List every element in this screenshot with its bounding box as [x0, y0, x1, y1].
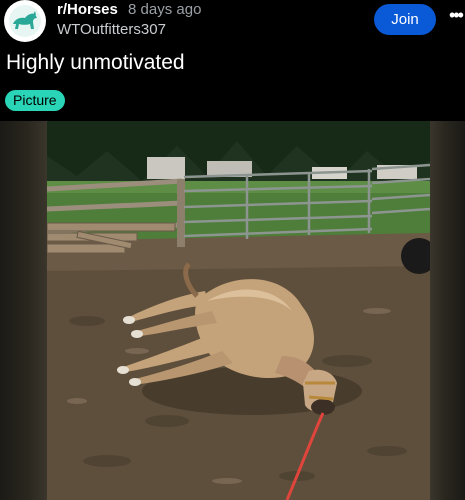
more-options-icon[interactable]: •••: [449, 6, 465, 26]
horse-lying-photo: [47, 121, 430, 500]
post-flair[interactable]: Picture: [5, 90, 65, 111]
reddit-post: r/Horses 8 days ago WTOutfitters307 Join…: [0, 0, 465, 500]
media-blur-left: [0, 121, 47, 500]
subreddit-name[interactable]: r/Horses: [57, 1, 118, 18]
post-age: 8 days ago: [128, 1, 202, 18]
join-button[interactable]: Join: [374, 4, 436, 35]
subreddit-avatar[interactable]: [4, 0, 46, 42]
post-author[interactable]: WTOutfitters307: [57, 21, 166, 38]
media-blur-right: [430, 121, 465, 500]
post-title[interactable]: Highly unmotivated: [6, 51, 185, 75]
post-image[interactable]: [47, 121, 430, 500]
post-header: r/Horses 8 days ago WTOutfitters307 Join…: [0, 0, 465, 42]
horse-avatar-icon: [6, 2, 44, 40]
post-meta: r/Horses 8 days ago: [57, 1, 201, 18]
